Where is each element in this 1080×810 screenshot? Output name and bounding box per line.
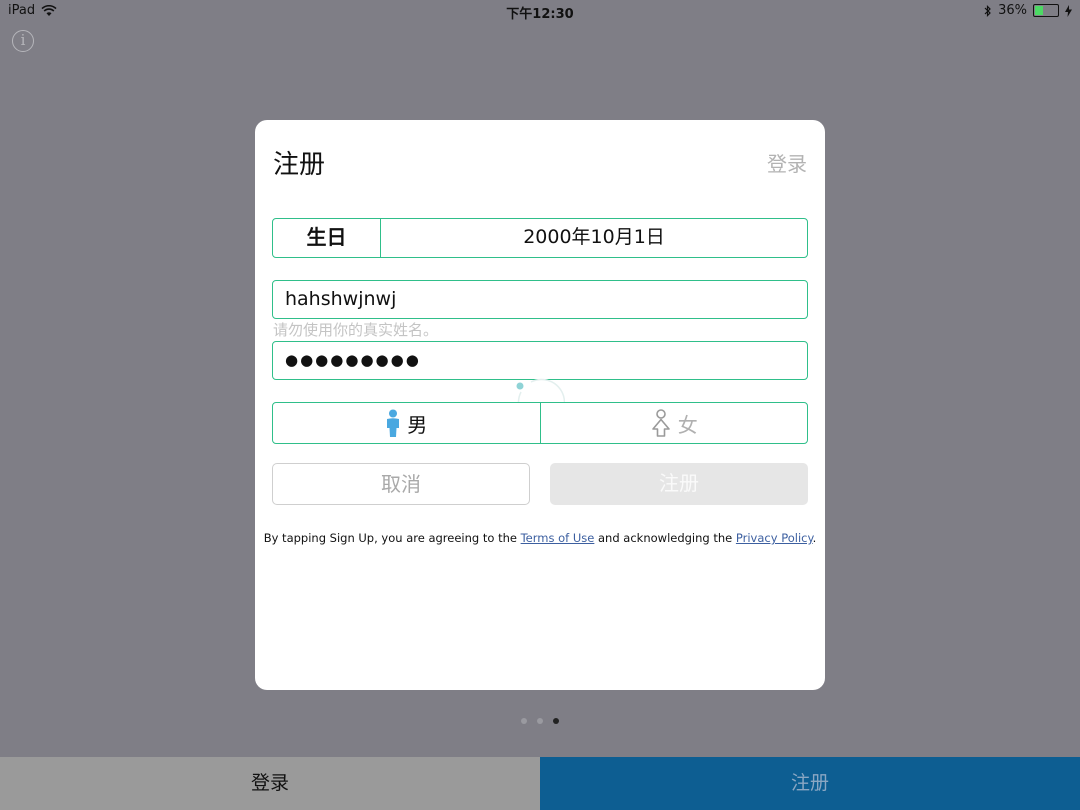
- gender-male-option[interactable]: 男: [273, 403, 541, 443]
- battery-icon: [1033, 4, 1059, 17]
- gender-female-option[interactable]: 女: [541, 403, 808, 443]
- bluetooth-icon: [984, 4, 991, 17]
- cancel-button[interactable]: 取消: [272, 463, 530, 505]
- page-indicator[interactable]: [0, 718, 1080, 724]
- birthday-label: 生日: [273, 219, 381, 257]
- terms-of-use-link[interactable]: Terms of Use: [521, 531, 595, 545]
- name-hint: 请勿使用你的真实姓名。: [273, 321, 439, 339]
- password-input[interactable]: ●●●●●●●●●: [272, 341, 808, 380]
- gender-male-label: 男: [407, 412, 428, 437]
- birthday-value[interactable]: 2000年10月1日: [381, 219, 807, 257]
- status-bar: iPad 下午12:30 36%: [0, 0, 1080, 22]
- tab-register[interactable]: 注册: [540, 757, 1080, 810]
- tab-login[interactable]: 登录: [0, 757, 540, 810]
- page-dot[interactable]: [553, 718, 559, 724]
- bottom-tab-bar: 登录 注册: [0, 757, 1080, 810]
- page-dot[interactable]: [521, 718, 527, 724]
- terms-prefix: By tapping Sign Up, you are agreeing to …: [263, 531, 521, 545]
- status-time: 下午12:30: [506, 7, 574, 22]
- gender-selector[interactable]: 男 女: [272, 402, 808, 444]
- privacy-policy-link[interactable]: Privacy Policy: [736, 531, 813, 545]
- page-dot[interactable]: [537, 718, 543, 724]
- signup-button[interactable]: 注册: [550, 463, 808, 505]
- status-right: 36%: [984, 3, 1072, 18]
- login-link[interactable]: 登录: [767, 148, 807, 177]
- name-input[interactable]: hahshwjnwj: [272, 280, 808, 319]
- register-dialog: 注册 登录 生日 2000年10月1日 hahshwjnwj 请勿使用你的真实姓…: [255, 120, 825, 690]
- terms-text: By tapping Sign Up, you are agreeing to …: [255, 531, 825, 545]
- battery-percent: 36%: [998, 3, 1027, 18]
- male-icon: [387, 409, 400, 437]
- battery-level: [1035, 6, 1043, 15]
- info-icon[interactable]: i: [12, 30, 34, 52]
- charging-icon: [1065, 4, 1072, 17]
- terms-suffix: .: [812, 531, 817, 545]
- terms-middle: and acknowledging the: [594, 531, 736, 545]
- gender-female-label: 女: [677, 412, 698, 437]
- dialog-title: 注册: [273, 150, 326, 180]
- female-icon: [651, 409, 670, 437]
- birthday-field[interactable]: 生日 2000年10月1日: [272, 218, 808, 258]
